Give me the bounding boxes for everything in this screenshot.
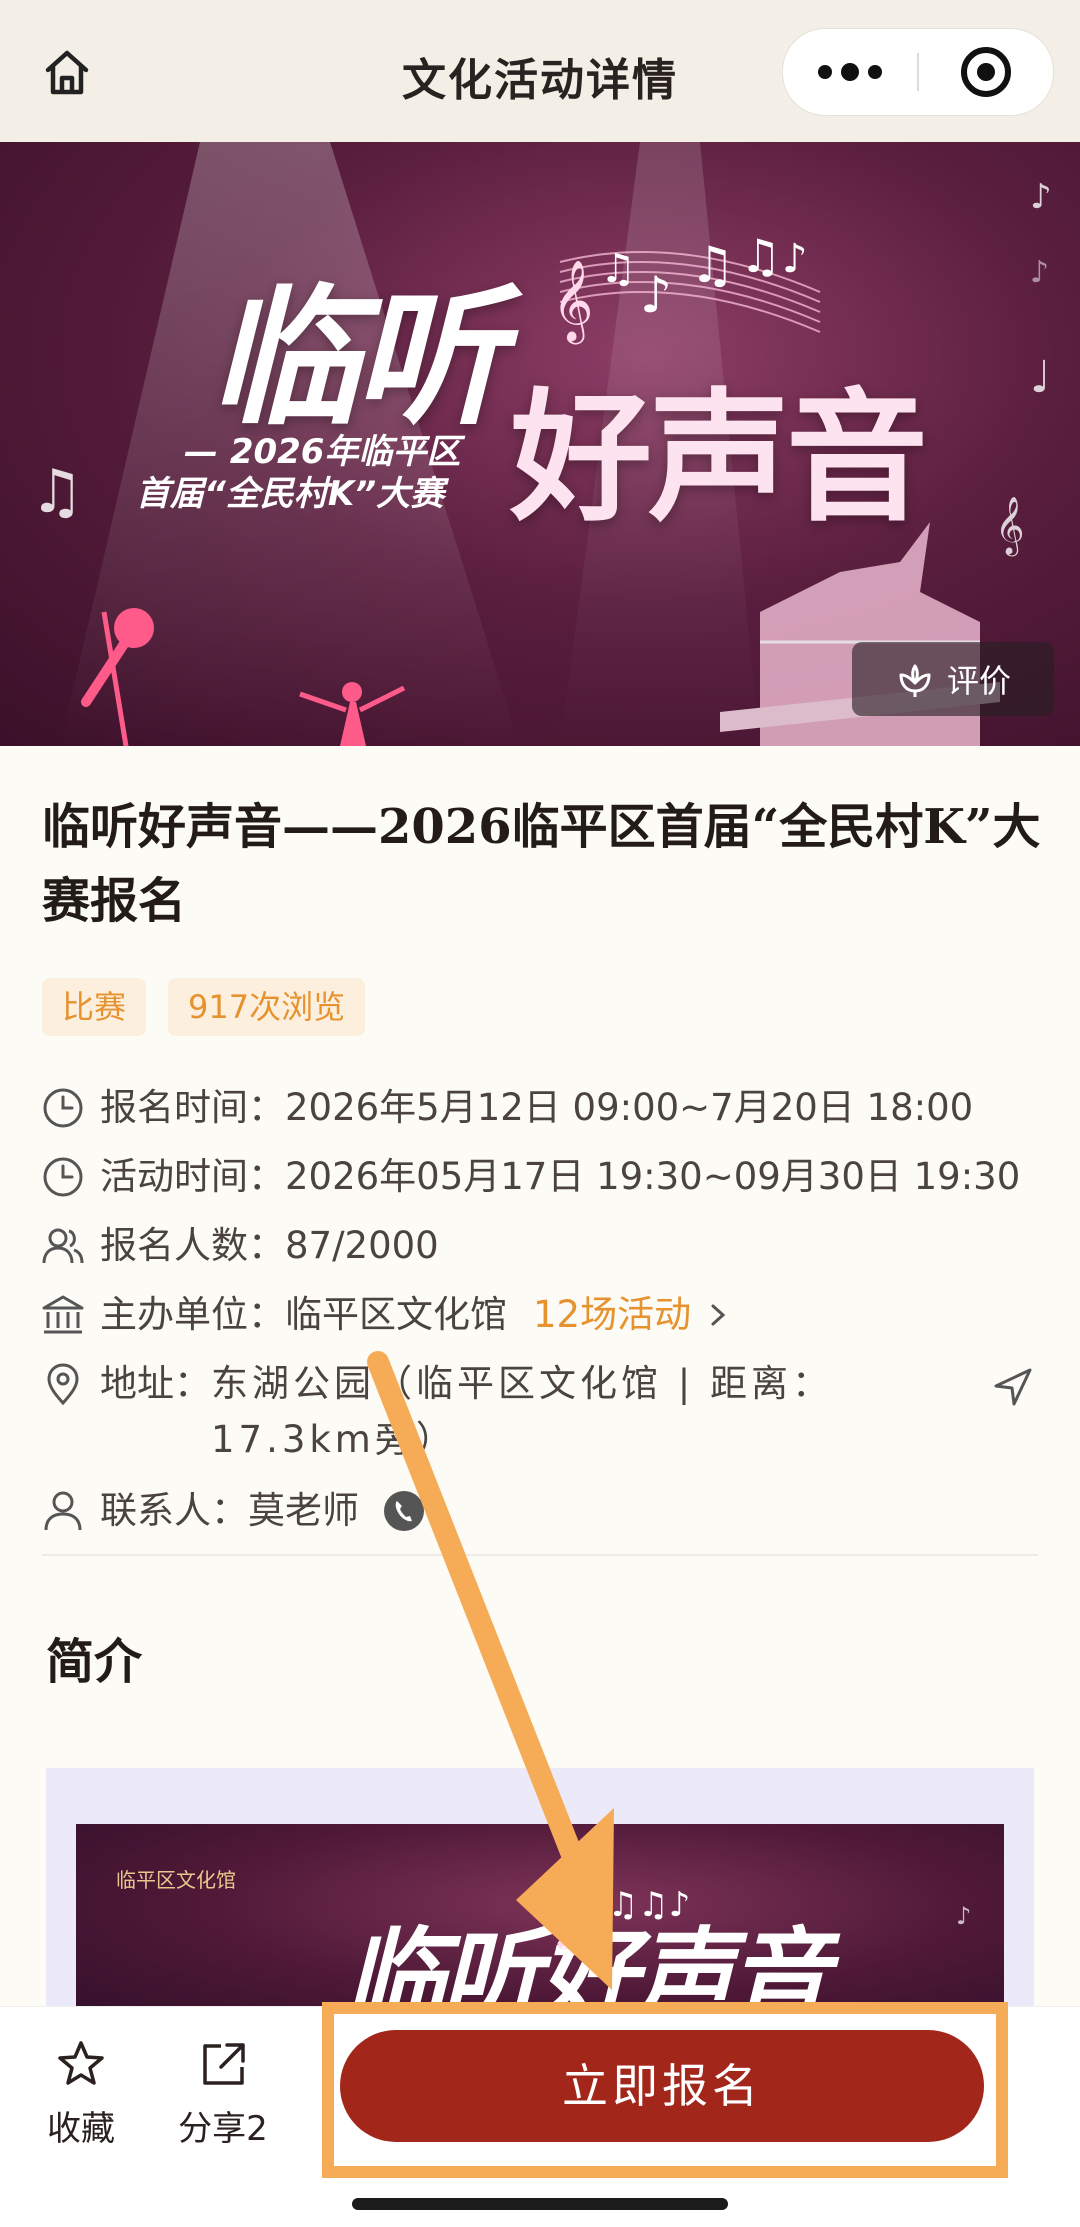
institution-icon xyxy=(42,1295,84,1334)
contact-value: 莫老师 xyxy=(248,1489,359,1532)
svg-text:𝄞: 𝄞 xyxy=(995,496,1025,557)
favorite-button[interactable]: 收藏 xyxy=(26,2037,136,2150)
intro-poster-image: 临平区文化馆 临听好声音 𝄞 ♪♫♫♪ ♪ xyxy=(76,1824,1004,2008)
phone-icon[interactable] xyxy=(381,1488,427,1534)
organizer-value: 临平区文化馆 xyxy=(285,1293,507,1336)
home-indicator xyxy=(352,2198,728,2210)
chevron-right-icon xyxy=(711,1304,726,1326)
share-icon xyxy=(203,2043,245,2085)
signup-time-value: 2026年5月12日 09:00~7月20日 18:00 xyxy=(285,1086,974,1129)
svg-text:♪: ♪ xyxy=(782,236,808,282)
svg-text:♪: ♪ xyxy=(1030,255,1049,290)
favorite-label: 收藏 xyxy=(47,2109,115,2149)
activity-time-label: 活动时间： xyxy=(100,1155,285,1198)
address-row: 地址： 东湖公园（临平区文化馆 | 距离：17.3km旁） xyxy=(40,1356,1040,1468)
intro-heading: 简介 xyxy=(46,1634,143,1690)
people-icon xyxy=(42,1228,84,1264)
share-label: 分享2 xyxy=(178,2109,268,2149)
review-label: 评价 xyxy=(946,662,1011,700)
clock-icon xyxy=(43,1088,83,1128)
address-value: 东湖公园（临平区文化馆 | 距离：17.3km旁） xyxy=(211,1362,833,1461)
organizer-row[interactable]: 主办单位： 临平区文化馆 12场活动 xyxy=(40,1287,733,1343)
signup-time-label: 报名时间： xyxy=(100,1086,285,1129)
banner-title-line1: 临听 xyxy=(210,270,504,446)
svg-text:♪: ♪ xyxy=(640,266,672,324)
signup-count-row: 报名人数： 87/2000 xyxy=(40,1218,439,1274)
signup-count-label: 报名人数： xyxy=(100,1224,285,1267)
close-icon[interactable] xyxy=(919,29,1053,115)
person-icon xyxy=(44,1491,82,1531)
svg-text:𝄞: 𝄞 xyxy=(546,1884,578,1950)
organizer-activities-link[interactable]: 12场活动 xyxy=(533,1287,691,1343)
address-label: 地址： xyxy=(100,1362,211,1405)
flower-icon xyxy=(899,664,931,697)
more-icon[interactable] xyxy=(783,29,917,115)
svg-text:♫: ♫ xyxy=(690,236,735,294)
svg-text:♫: ♫ xyxy=(30,457,84,527)
svg-text:♪: ♪ xyxy=(956,1902,971,1930)
section-divider xyxy=(42,1554,1038,1556)
star-icon xyxy=(58,2041,104,2085)
location-pin-icon xyxy=(47,1363,79,1406)
nav-bar: 文化活动详情 xyxy=(0,0,1080,142)
signup-count-value: 87/2000 xyxy=(285,1224,439,1267)
svg-text:𝄞: 𝄞 xyxy=(552,259,593,344)
mini-program-capsule xyxy=(782,28,1054,116)
organizer-label: 主办单位： xyxy=(100,1293,285,1336)
contact-row: 联系人： 莫老师 xyxy=(40,1483,427,1539)
svg-text:♫: ♫ xyxy=(600,246,636,292)
activity-time-row: 活动时间： 2026年05月17日 19:30~09月30日 19:30 xyxy=(40,1149,1020,1205)
svg-text:♫: ♫ xyxy=(740,229,781,283)
navigate-icon[interactable] xyxy=(990,1364,1036,1410)
banner-subtitle-line2: 首届“全民村K”大赛 xyxy=(136,474,445,514)
tag-list: 比赛 917次浏览 xyxy=(42,978,366,1036)
intro-content: 临平区文化馆 临听好声音 𝄞 ♪♫♫♪ ♪ xyxy=(46,1768,1034,2008)
contact-label: 联系人： xyxy=(100,1489,248,1532)
svg-text:♪♫♫♪: ♪♫♫♪ xyxy=(586,1885,690,1925)
category-tag: 比赛 xyxy=(42,978,147,1036)
review-button[interactable]: 评价 xyxy=(852,642,1054,716)
signup-button[interactable]: 立即报名 xyxy=(340,2030,984,2142)
banner-title-line2: 好声音 xyxy=(510,375,928,541)
activity-time-value: 2026年05月17日 19:30~09月30日 19:30 xyxy=(285,1155,1021,1198)
view-count-tag: 917次浏览 xyxy=(168,978,366,1036)
share-button[interactable]: 分享2 xyxy=(168,2037,278,2150)
clock-icon xyxy=(43,1157,83,1197)
signup-time-row: 报名时间： 2026年5月12日 09:00~7月20日 18:00 xyxy=(40,1080,973,1136)
svg-text:♪: ♪ xyxy=(1030,177,1052,217)
event-title: 临听好声音——2026临平区首届“全民村K”大赛报名 xyxy=(42,799,1041,929)
svg-text:♩: ♩ xyxy=(1030,352,1051,403)
